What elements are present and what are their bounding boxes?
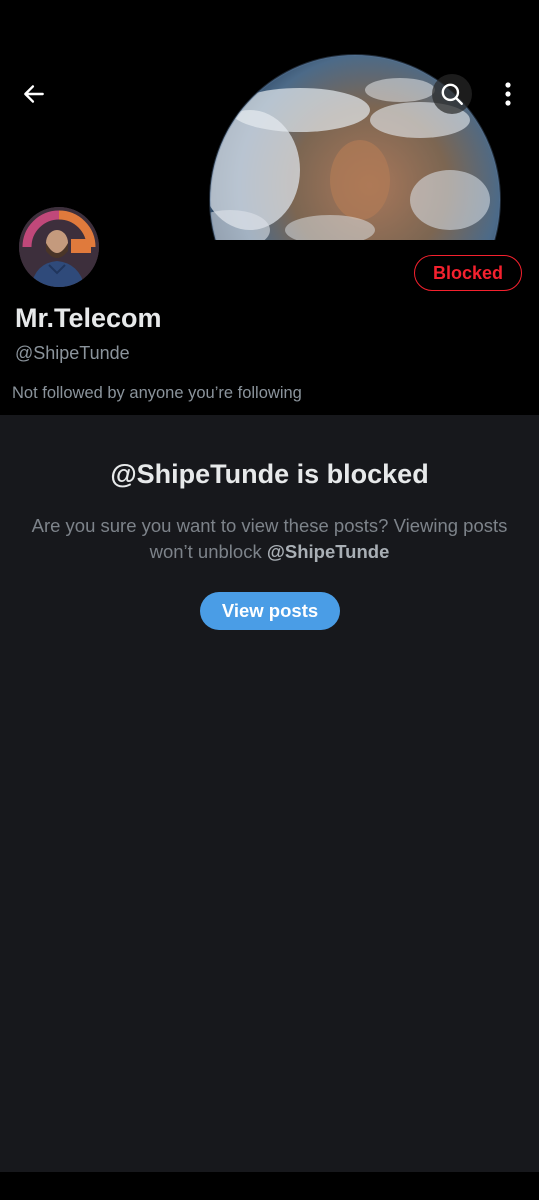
blocked-message: Are you sure you want to view these post…	[30, 513, 509, 565]
blocked-message-mention[interactable]: @ShipeTunde	[267, 541, 390, 562]
more-options-button[interactable]	[488, 74, 528, 114]
more-vertical-icon	[505, 82, 511, 106]
avatar-image	[19, 207, 99, 287]
avatar[interactable]	[16, 204, 102, 290]
view-posts-button[interactable]: View posts	[200, 592, 340, 630]
blocked-button[interactable]: Blocked	[414, 255, 522, 291]
back-button[interactable]	[14, 74, 54, 114]
profile-banner[interactable]	[0, 0, 539, 240]
profile-handle: @ShipeTunde	[15, 343, 130, 363]
blocked-notice-panel: @ShipeTunde is blocked Are you sure you …	[0, 415, 539, 1172]
profile-header: Blocked Mr.Telecom @ShipeTunde Not follo…	[0, 0, 539, 415]
profile-display-name: Mr.Telecom	[15, 303, 162, 333]
bottom-system-bar	[0, 1172, 539, 1200]
earth-banner-image	[0, 0, 539, 240]
arrow-left-icon	[24, 85, 44, 103]
blocked-title: @ShipeTunde is blocked	[110, 459, 429, 489]
search-button[interactable]	[432, 74, 472, 114]
followers-you-know-note: Not followed by anyone you’re following	[12, 384, 302, 402]
search-icon	[441, 83, 463, 105]
